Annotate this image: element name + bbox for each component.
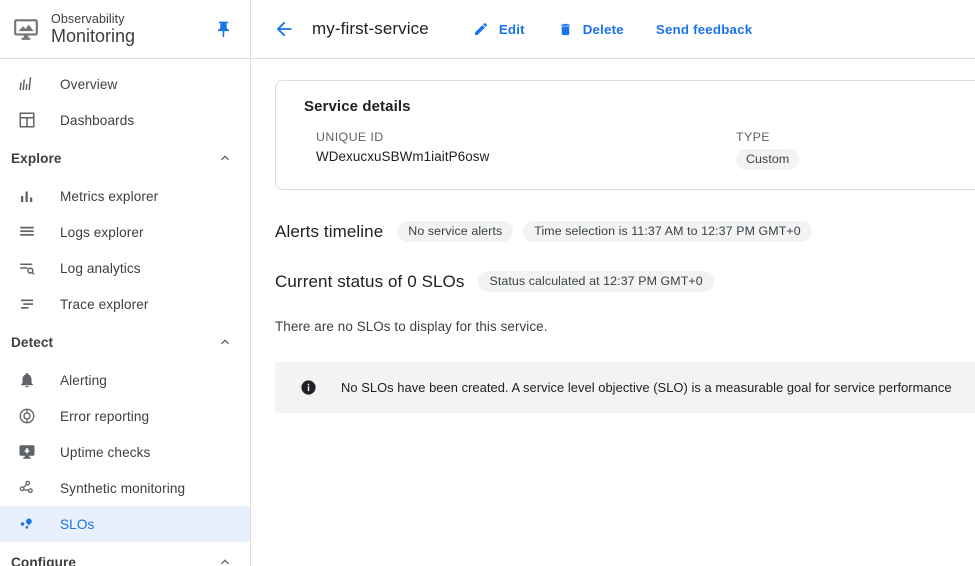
chevron-up-icon bbox=[216, 333, 234, 351]
send-feedback-button[interactable]: Send feedback bbox=[656, 22, 752, 37]
sidebar-section-detect[interactable]: Detect bbox=[0, 322, 250, 362]
delete-label: Delete bbox=[582, 21, 624, 37]
sidebar-item-trace-explorer[interactable]: Trace explorer bbox=[0, 286, 250, 322]
sidebar-item-label: SLOs bbox=[60, 516, 95, 532]
brand-subtitle: Observability bbox=[51, 11, 125, 26]
edit-label: Edit bbox=[498, 21, 525, 37]
sidebar-item-label: Log analytics bbox=[60, 260, 141, 276]
sidebar-section-explore[interactable]: Explore bbox=[0, 138, 250, 178]
sidebar-item-log-analytics[interactable]: Log analytics bbox=[0, 250, 250, 286]
brand-text: Observability Monitoring bbox=[51, 13, 135, 46]
service-details-title: Service details bbox=[304, 98, 411, 115]
content-area: Service details UNIQUE ID WDexucxuSBWm1i… bbox=[251, 59, 975, 413]
info-banner-text: No SLOs have been created. A service lev… bbox=[341, 380, 952, 395]
alerts-timeline-row: Alerts timeline No service alerts Time s… bbox=[275, 221, 975, 242]
app-root: Observability Monitoring Overview Dashbo… bbox=[0, 0, 975, 566]
trace-lines-icon bbox=[15, 292, 39, 316]
sidebar-item-label: Logs explorer bbox=[60, 224, 144, 240]
trash-icon bbox=[557, 21, 574, 38]
overview-chart-icon bbox=[15, 72, 39, 96]
pencil-icon bbox=[473, 21, 490, 38]
service-details-grid: UNIQUE ID WDexucxuSBWm1iaitP6osw TYPE Cu… bbox=[304, 130, 975, 170]
alerts-timeline-heading: Alerts timeline bbox=[275, 221, 384, 241]
service-details-card: Service details UNIQUE ID WDexucxuSBWm1i… bbox=[275, 80, 975, 190]
slo-target-icon bbox=[15, 512, 39, 536]
sidebar-nav: Overview Dashboards Explore Metrics expl… bbox=[0, 59, 250, 566]
sidebar-item-error-reporting[interactable]: Error reporting bbox=[0, 398, 250, 434]
sidebar-item-label: Trace explorer bbox=[60, 296, 149, 312]
pin-icon[interactable] bbox=[210, 16, 236, 42]
sidebar-section-label: Explore bbox=[11, 150, 62, 166]
sidebar-item-label: Alerting bbox=[60, 372, 107, 388]
top-toolbar: my-first-service Edit Delete Send feedba… bbox=[251, 0, 975, 59]
delete-button[interactable]: Delete bbox=[557, 21, 624, 38]
type-label: TYPE bbox=[736, 130, 770, 144]
sidebar-item-alerting[interactable]: Alerting bbox=[0, 362, 250, 398]
info-icon bbox=[299, 379, 317, 397]
log-search-icon bbox=[15, 256, 39, 280]
type-badge: Custom bbox=[736, 149, 800, 170]
sidebar-item-label: Metrics explorer bbox=[60, 188, 159, 204]
brand-title: Monitoring bbox=[51, 26, 136, 47]
sidebar-item-label: Uptime checks bbox=[60, 444, 151, 460]
sidebar-section-label: Detect bbox=[11, 334, 54, 350]
sidebar-item-dashboards[interactable]: Dashboards bbox=[0, 102, 250, 138]
sidebar-item-metrics-explorer[interactable]: Metrics explorer bbox=[0, 178, 250, 214]
unique-id-field: UNIQUE ID WDexucxuSBWm1iaitP6osw bbox=[316, 130, 736, 170]
no-service-alerts-badge: No service alerts bbox=[397, 221, 514, 242]
unique-id-label: UNIQUE ID bbox=[316, 130, 384, 144]
list-lines-icon bbox=[15, 220, 39, 244]
monitor-chart-icon bbox=[11, 14, 41, 44]
chevron-up-icon bbox=[216, 553, 234, 566]
arrow-left-icon[interactable] bbox=[267, 12, 301, 46]
type-field: TYPE Custom bbox=[736, 130, 800, 170]
sidebar-item-logs-explorer[interactable]: Logs explorer bbox=[0, 214, 250, 250]
brand-header: Observability Monitoring bbox=[0, 0, 250, 59]
sidebar-section-configure[interactable]: Configure bbox=[0, 542, 250, 566]
page-title: my-first-service bbox=[312, 19, 429, 38]
chevron-up-icon bbox=[216, 149, 234, 167]
time-selection-badge: Time selection is 11:37 AM to 12:37 PM G… bbox=[523, 221, 812, 242]
send-feedback-label: Send feedback bbox=[655, 21, 753, 37]
sidebar-item-label: Dashboards bbox=[60, 112, 135, 128]
synthetic-nodes-icon bbox=[15, 476, 39, 500]
sidebar-item-label: Error reporting bbox=[60, 408, 150, 424]
uptime-monitor-icon bbox=[15, 440, 39, 464]
sidebar: Observability Monitoring Overview Dashbo… bbox=[0, 0, 251, 566]
main-content: my-first-service Edit Delete Send feedba… bbox=[251, 0, 975, 566]
sidebar-item-synthetic-monitoring[interactable]: Synthetic monitoring bbox=[0, 470, 250, 506]
sidebar-item-label: Synthetic monitoring bbox=[60, 480, 186, 496]
bar-chart-icon bbox=[15, 184, 39, 208]
slo-status-row: Current status of 0 SLOs Status calculat… bbox=[275, 271, 975, 292]
slo-empty-message: There are no SLOs to display for this se… bbox=[275, 319, 548, 334]
sidebar-item-uptime-checks[interactable]: Uptime checks bbox=[0, 434, 250, 470]
sidebar-item-slos[interactable]: SLOs bbox=[0, 506, 250, 542]
bell-icon bbox=[15, 368, 39, 392]
error-report-icon bbox=[15, 404, 39, 428]
edit-button[interactable]: Edit bbox=[473, 21, 525, 38]
sidebar-item-overview[interactable]: Overview bbox=[0, 66, 250, 102]
sidebar-section-label: Configure bbox=[11, 554, 77, 566]
sidebar-item-label: Overview bbox=[60, 76, 118, 92]
slo-status-heading: Current status of 0 SLOs bbox=[275, 271, 465, 291]
info-banner: No SLOs have been created. A service lev… bbox=[275, 362, 975, 413]
status-calculated-badge: Status calculated at 12:37 PM GMT+0 bbox=[478, 271, 714, 292]
dashboards-grid-icon bbox=[15, 108, 39, 132]
unique-id-value: WDexucxuSBWm1iaitP6osw bbox=[316, 149, 490, 164]
